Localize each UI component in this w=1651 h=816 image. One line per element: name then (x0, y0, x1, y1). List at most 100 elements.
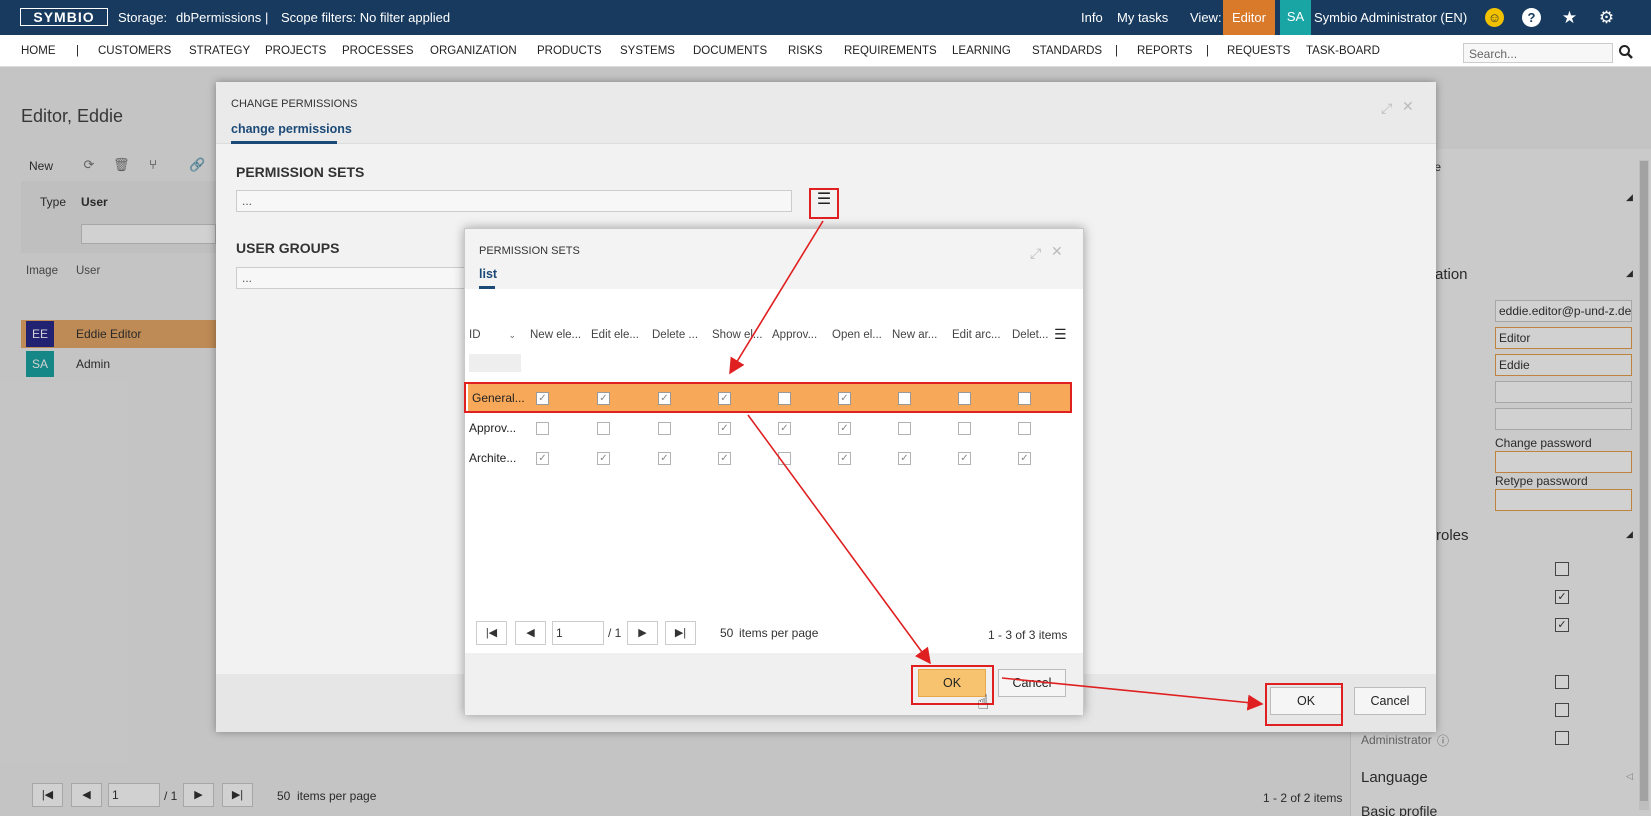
permission-checkbox: ✓ (838, 422, 851, 435)
permission-checkbox (658, 422, 671, 435)
permission-checkbox (1018, 422, 1031, 435)
nav-separator: | (1115, 45, 1118, 57)
permission-checkbox: ✓ (958, 452, 971, 465)
cancel-button[interactable]: Cancel (1354, 687, 1426, 715)
col-new-elements[interactable]: New ele... (530, 329, 581, 341)
smiley-icon[interactable]: ☺ (1485, 8, 1504, 27)
nav-processes[interactable]: PROCESSES (342, 45, 414, 57)
last-page-button[interactable]: ▶| (665, 621, 696, 645)
permission-checkbox: ✓ (658, 452, 671, 465)
star-icon[interactable]: ★ (1560, 8, 1579, 27)
annotation-box-outer-ok (1265, 683, 1343, 726)
tab-list[interactable]: list (479, 267, 497, 281)
nav-standards[interactable]: STANDARDS (1032, 45, 1102, 57)
cancel-button[interactable]: Cancel (998, 669, 1066, 697)
table-row[interactable]: Approv... ✓ ✓ ✓ (465, 413, 1083, 443)
col-edit-elements[interactable]: Edit ele... (591, 329, 639, 341)
permission-checkbox: ✓ (597, 452, 610, 465)
id-filter-input[interactable] (469, 354, 521, 372)
per-page-value[interactable]: 50 (720, 626, 733, 640)
nav-products[interactable]: PRODUCTS (537, 45, 602, 57)
row-id: Approv... (469, 421, 517, 435)
row-id: Archite... (469, 451, 517, 465)
dialog-header (465, 229, 1083, 289)
nav-requests[interactable]: REQUESTS (1227, 45, 1290, 57)
topbar-separator: | (265, 10, 269, 25)
hand-cursor-icon: ☝ (977, 692, 990, 714)
user-groups-heading: USER GROUPS (236, 240, 340, 256)
permission-checkbox (958, 422, 971, 435)
nav-risks[interactable]: RISKS (788, 45, 823, 57)
search-icon[interactable] (1618, 44, 1634, 60)
user-groups-picker[interactable]: ... (236, 267, 466, 289)
info-link[interactable]: Info (1081, 10, 1103, 25)
my-tasks-link[interactable]: My tasks (1117, 10, 1168, 25)
permission-checkbox: ✓ (718, 452, 731, 465)
top-bar: SYMBIO Storage: dbPermissions | Scope fi… (0, 0, 1651, 35)
col-edit-archive[interactable]: Edit arc... (952, 329, 1001, 341)
permission-checkbox: ✓ (718, 422, 731, 435)
permission-checkbox (898, 422, 911, 435)
nav-requirements[interactable]: REQUIREMENTS (844, 45, 937, 57)
nav-customers[interactable]: CUSTOMERS (98, 45, 171, 57)
permission-checkbox (536, 422, 549, 435)
first-page-button[interactable]: |◀ (476, 621, 507, 645)
dialog-header (216, 82, 1436, 144)
col-new-archive[interactable]: New ar... (892, 329, 937, 341)
permission-checkbox: ✓ (536, 452, 549, 465)
permission-sets-heading: PERMISSION SETS (236, 164, 365, 180)
gear-icon[interactable]: ⚙ (1597, 8, 1616, 27)
storage-value[interactable]: dbPermissions (176, 10, 261, 25)
per-page-label: items per page (739, 626, 819, 640)
page-input[interactable]: 1 (552, 621, 604, 645)
nav-home[interactable]: HOME (21, 45, 56, 57)
table-row[interactable]: Archite... ✓ ✓ ✓ ✓ ✓ ✓ ✓ ✓ (465, 443, 1083, 473)
permission-sets-dialog: PERMISSION SETS list ⤢ ✕ ID ⌄ New ele... … (464, 228, 1084, 715)
nav-learning[interactable]: LEARNING (952, 45, 1011, 57)
pager-summary: 1 - 3 of 3 items (988, 628, 1068, 642)
user-name[interactable]: Symbio Administrator (EN) (1314, 10, 1467, 25)
scope-filters[interactable]: Scope filters: No filter applied (281, 10, 450, 25)
next-page-button[interactable]: ▶ (627, 621, 658, 645)
view-selector[interactable]: Editor (1223, 0, 1275, 35)
permission-checkbox: ✓ (898, 452, 911, 465)
user-avatar[interactable]: SA (1280, 0, 1311, 35)
column-menu-icon[interactable]: ☰ (1054, 326, 1067, 343)
prev-page-button[interactable]: ◀ (515, 621, 546, 645)
active-tab-indicator (479, 286, 495, 289)
storage-label: Storage: (118, 10, 168, 25)
dialog-title: PERMISSION SETS (479, 245, 580, 257)
tab-change-permissions[interactable]: change permissions (231, 122, 352, 136)
col-delete[interactable]: Delete ... (652, 329, 698, 341)
nav-systems[interactable]: SYSTEMS (620, 45, 675, 57)
close-icon[interactable]: ✕ (1402, 98, 1414, 115)
col-open-elements[interactable]: Open el... (832, 329, 882, 341)
nav-separator: | (76, 45, 79, 57)
search-input[interactable]: Search... (1463, 43, 1613, 63)
nav-strategy[interactable]: STRATEGY (189, 45, 250, 57)
annotation-box-menu (809, 188, 839, 219)
permission-checkbox (778, 452, 791, 465)
col-show-elements[interactable]: Show el... (712, 329, 763, 341)
permission-checkbox: ✓ (838, 452, 851, 465)
nav-documents[interactable]: DOCUMENTS (693, 45, 767, 57)
nav-organization[interactable]: ORGANIZATION (430, 45, 517, 57)
col-delete-archive[interactable]: Delet... (1012, 329, 1048, 341)
dialog-title: CHANGE PERMISSIONS (231, 98, 358, 110)
page-count: / 1 (608, 626, 622, 640)
nav-reports[interactable]: REPORTS (1137, 45, 1192, 57)
nav-task-board[interactable]: TASK-BOARD (1306, 45, 1380, 57)
symbio-logo[interactable]: SYMBIO (20, 8, 108, 26)
col-approve[interactable]: Approv... (772, 329, 817, 341)
annotation-box-row (464, 382, 1072, 413)
permission-checkbox (597, 422, 610, 435)
col-id[interactable]: ID ⌄ (469, 329, 516, 341)
maximize-icon[interactable]: ⤢ (1030, 245, 1041, 262)
permission-sets-picker[interactable]: ... (236, 190, 792, 212)
nav-projects[interactable]: PROJECTS (265, 45, 326, 57)
help-icon[interactable]: ? (1522, 8, 1541, 27)
close-icon[interactable]: ✕ (1051, 243, 1063, 260)
view-label: View: (1190, 10, 1222, 25)
maximize-icon[interactable]: ⤢ (1381, 100, 1392, 117)
permission-checkbox: ✓ (778, 422, 791, 435)
